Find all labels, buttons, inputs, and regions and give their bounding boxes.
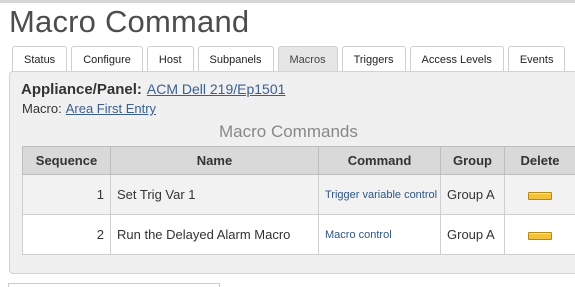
command-cell: Trigger variable control (318, 174, 441, 215)
command-link[interactable]: Trigger variable control (325, 189, 437, 201)
tab-bar: Status Configure Host Subpanels Macros T… (12, 46, 569, 72)
top-border (0, 0, 575, 3)
delete-button-icon[interactable] (528, 231, 552, 240)
sequence-cell: 2 (22, 214, 111, 255)
appliance-link[interactable]: ACM Dell 219/Ep1501 (147, 81, 286, 97)
delete-cell (504, 174, 575, 215)
appliance-row: Appliance/Panel: ACM Dell 219/Ep1501 (21, 81, 285, 98)
column-header-name: Name (110, 146, 319, 175)
table-row: 2 Run the Delayed Alarm Macro Macro cont… (22, 214, 575, 255)
column-header-command: Command (318, 146, 441, 175)
macro-link[interactable]: Area First Entry (66, 101, 156, 116)
delete-button-icon[interactable] (528, 191, 552, 200)
column-header-sequence: Sequence (22, 146, 111, 175)
macro-label: Macro: (22, 101, 62, 116)
group-cell: Group A (440, 214, 505, 255)
tab-access-levels[interactable]: Access Levels (409, 46, 504, 72)
column-header-delete: Delete (504, 146, 575, 175)
name-cell: Set Trig Var 1 (110, 174, 319, 215)
appliance-label: Appliance/Panel: (21, 81, 142, 98)
tab-macros[interactable]: Macros (277, 46, 338, 72)
tab-host[interactable]: Host (146, 46, 194, 72)
sequence-cell: 1 (22, 174, 111, 215)
macro-commands-table: Sequence Name Command Group Delete 1 Set… (22, 146, 575, 255)
command-link[interactable]: Macro control (325, 229, 392, 241)
tab-configure[interactable]: Configure (71, 46, 143, 72)
group-cell: Group A (440, 174, 505, 215)
delete-cell (504, 214, 575, 255)
table-row: 1 Set Trig Var 1 Trigger variable contro… (22, 174, 575, 215)
name-cell: Run the Delayed Alarm Macro (110, 214, 319, 255)
table-header-row: Sequence Name Command Group Delete (22, 146, 575, 175)
tab-events[interactable]: Events (507, 46, 566, 72)
tab-triggers[interactable]: Triggers (341, 46, 406, 72)
command-cell: Macro control (318, 214, 441, 255)
tab-subpanels[interactable]: Subpanels (197, 46, 274, 72)
macro-row: Macro: Area First Entry (22, 101, 156, 116)
column-header-group: Group (440, 146, 505, 175)
page-title: Macro Command (9, 4, 250, 39)
tab-status[interactable]: Status (12, 46, 68, 72)
section-heading: Macro Commands (219, 122, 358, 141)
bottom-panel-edge (8, 283, 220, 287)
